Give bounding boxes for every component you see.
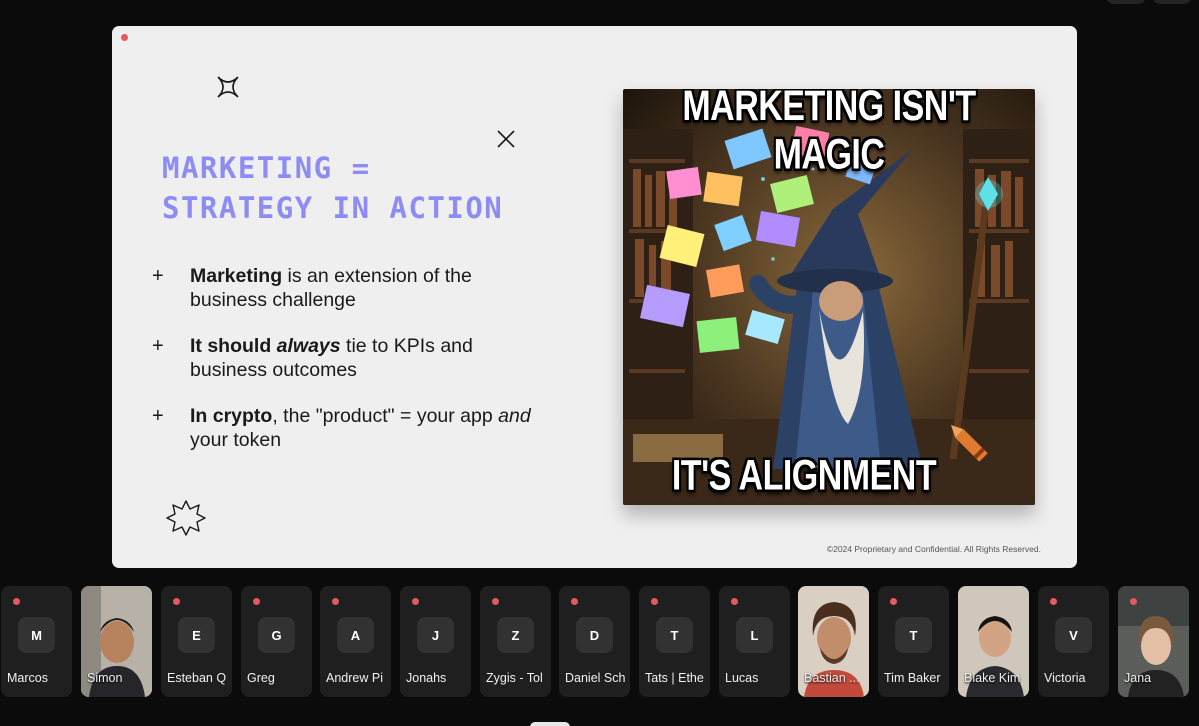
recording-dot-icon (173, 598, 180, 605)
participant-name: Bastian ... (804, 671, 860, 685)
participant-tile[interactable]: Blake Kim (958, 586, 1029, 697)
slide-title-line-2: Strategy in Action (162, 191, 504, 225)
participant-tile[interactable]: A Andrew Pi (320, 586, 391, 697)
recording-dot-icon (1050, 598, 1057, 605)
recording-dot-icon (332, 598, 339, 605)
wizard-meme-image: MARKETING ISN'T MAGIC IT'S ALIGNMENT (623, 89, 1035, 505)
bullet-2-bold-italic: always (276, 335, 341, 357)
recording-dot-icon (253, 598, 260, 605)
participant-name: Jonahs (406, 671, 447, 685)
starburst-icon (166, 500, 206, 536)
avatar: T (895, 617, 932, 653)
participant-name: Zygis - Tol (486, 671, 543, 685)
participant-tile[interactable]: D Daniel Sch (559, 586, 630, 697)
participant-name: Simon (87, 671, 123, 685)
avatar: L (736, 617, 773, 653)
participant-tile[interactable]: Simon (81, 586, 152, 697)
plus-icon: + (152, 265, 164, 287)
bullet-item-3: + In crypto, the "product" = your app an… (152, 404, 542, 452)
recording-dot-icon (890, 598, 897, 605)
meeting-window: Marketing = Strategy in Action + Marketi… (0, 0, 1199, 726)
participant-name: Andrew Pi (326, 671, 383, 685)
participant-name: Blake Kim (964, 671, 1021, 685)
participant-tile[interactable]: Z Zygis - Tol (480, 586, 551, 697)
slide-title: Marketing = Strategy in Action (162, 148, 503, 228)
bullet-item-1: + Marketing is an extension of the busin… (152, 264, 542, 312)
bullet-3-bold: In crypto (190, 405, 273, 427)
recording-dot-icon (1130, 598, 1137, 605)
recording-dot-icon (731, 598, 738, 605)
avatar: T (656, 617, 693, 653)
meme-bottom-caption: IT'S ALIGNMENT (671, 452, 937, 500)
participant-name: Tats | Ethe (645, 671, 704, 685)
participant-tile[interactable]: L Lucas (719, 586, 790, 697)
participant-tile[interactable]: V Victoria (1038, 586, 1109, 697)
avatar: D (576, 617, 613, 653)
participant-name: Jana (1124, 671, 1152, 685)
participant-name: Victoria (1044, 671, 1086, 685)
participant-tile[interactable]: Jana (1118, 586, 1189, 697)
bottom-handle[interactable] (530, 722, 570, 726)
participant-tile[interactable]: J Jonahs (400, 586, 471, 697)
bullet-2-bold: It should (190, 335, 277, 357)
meme-top-caption: MARKETING ISN'T MAGIC (682, 89, 976, 179)
sparkle-icon (217, 76, 239, 98)
participant-tile[interactable]: Bastian ... (798, 586, 869, 697)
avatar: A (337, 617, 374, 653)
shared-slide: Marketing = Strategy in Action + Marketi… (112, 26, 1077, 568)
recording-dot-icon (492, 598, 499, 605)
slide-title-line-1: Marketing = (162, 151, 371, 185)
recording-dot-icon (412, 598, 419, 605)
participant-tile[interactable]: G Greg (241, 586, 312, 697)
avatar: V (1055, 617, 1092, 653)
avatar: J (417, 617, 454, 653)
participant-name: Lucas (725, 671, 759, 685)
participant-strip: M Marcos Simon E Esteban Q G Greg A Andr… (0, 586, 1199, 698)
recording-dot-icon (13, 598, 20, 605)
bullet-item-2: + It should always tie to KPIs and busin… (152, 334, 542, 382)
bullet-1-bold: Marketing (190, 265, 283, 287)
participant-name: Tim Baker (884, 671, 941, 685)
participant-tile[interactable]: M Marcos (1, 586, 72, 697)
top-control-left[interactable] (1106, 0, 1146, 4)
participant-name: Daniel Sch (565, 671, 626, 685)
avatar: M (18, 617, 55, 653)
bullet-3-text: , the "product" = your app (272, 405, 499, 427)
avatar: Z (497, 617, 534, 653)
plus-icon: + (152, 405, 164, 427)
participant-name: Greg (247, 671, 275, 685)
slide-footer-copyright: ©2024 Proprietary and Confidential. All … (826, 544, 1041, 554)
avatar: G (258, 617, 295, 653)
recording-dot-icon (121, 34, 128, 41)
recording-dot-icon (651, 598, 658, 605)
participant-tile[interactable]: T Tim Baker (878, 586, 949, 697)
plus-icon: + (152, 335, 164, 357)
participant-tile[interactable]: T Tats | Ethe (639, 586, 710, 697)
avatar: E (178, 617, 215, 653)
participant-tile[interactable]: E Esteban Q (161, 586, 232, 697)
participant-name: Esteban Q (167, 671, 227, 685)
bullet-list: + Marketing is an extension of the busin… (152, 264, 542, 474)
participant-name: Marcos (7, 671, 48, 685)
bullet-3-italic: and (498, 405, 531, 427)
bullet-3-text-end: your token (190, 429, 282, 451)
top-control-right[interactable] (1152, 0, 1192, 4)
recording-dot-icon (571, 598, 578, 605)
x-mark-icon (497, 130, 515, 148)
